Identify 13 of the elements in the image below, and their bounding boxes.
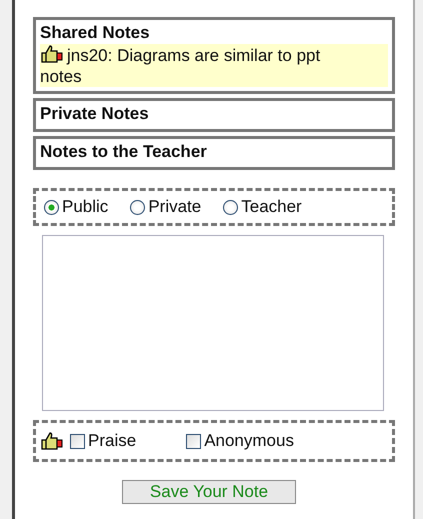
option-checkbox[interactable]: Praise <box>70 431 136 451</box>
note-input-field[interactable] <box>42 235 384 411</box>
visibility-radio[interactable]: Private <box>130 197 202 217</box>
visibility-radio[interactable]: Public <box>44 197 108 217</box>
thumbs-up-icon <box>40 431 64 451</box>
visibility-radio[interactable]: Teacher <box>223 197 302 217</box>
section-title[interactable]: Shared Notes <box>40 22 388 44</box>
section-title[interactable]: Notes to the Teacher <box>40 141 388 163</box>
note-entry: jns20: Diagrams are similar to ppt notes <box>40 44 388 87</box>
thumbs-up-icon <box>40 44 64 64</box>
section-title[interactable]: Private Notes <box>40 103 388 125</box>
save-button[interactable]: Save Your Note <box>122 480 296 504</box>
option-checkbox[interactable]: Anonymous <box>186 431 294 451</box>
